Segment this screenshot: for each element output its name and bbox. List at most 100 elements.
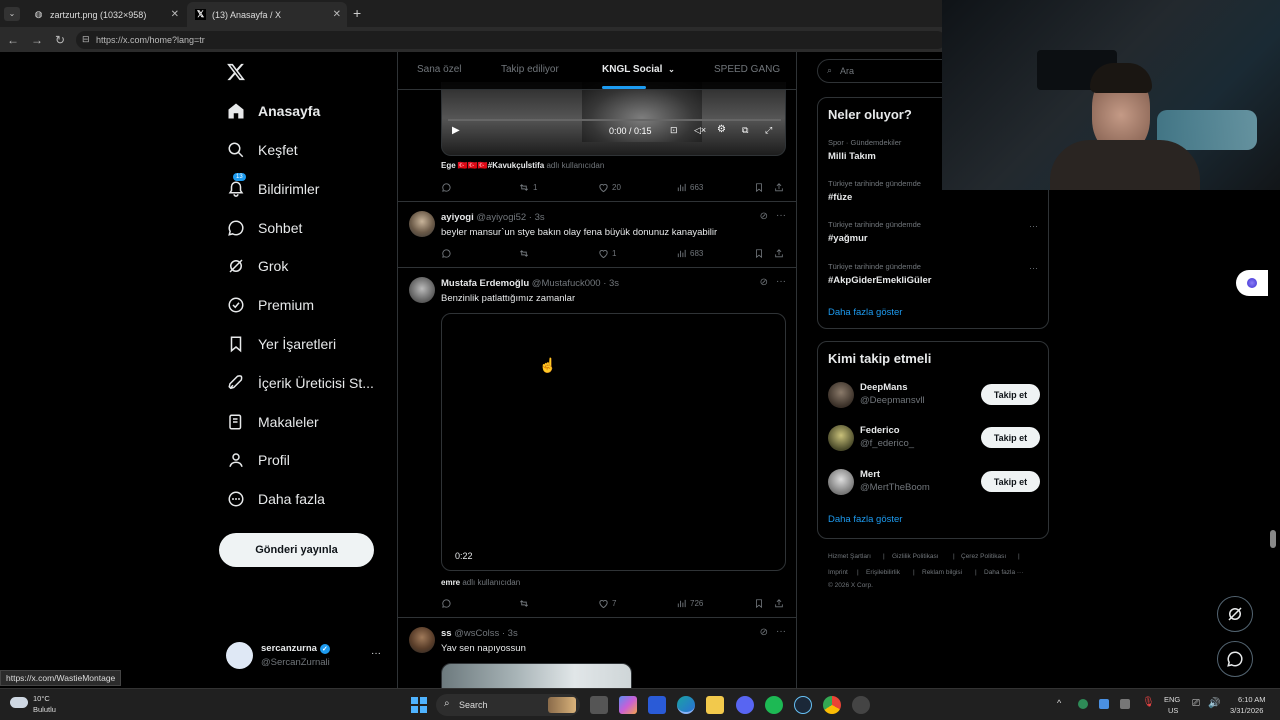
- forward-icon[interactable]: →: [31, 33, 43, 47]
- steam-icon[interactable]: [794, 696, 812, 714]
- show-more-link[interactable]: Daha fazla göster: [828, 514, 902, 525]
- account-switcher[interactable]: sercanzurna ✓ @SercanZurnali ···: [226, 640, 386, 676]
- views-button[interactable]: 663: [676, 182, 703, 193]
- nav-creator-studio[interactable]: İçerik Üreticisi St...: [226, 369, 374, 397]
- grok-explain-icon[interactable]: ⊘: [760, 211, 768, 222]
- nav-more[interactable]: Daha fazla: [226, 485, 325, 513]
- views-button[interactable]: 726: [676, 598, 703, 609]
- bookmark-button[interactable]: [754, 598, 767, 609]
- footer-link[interactable]: Erişilebilirlik: [866, 569, 900, 576]
- language-code[interactable]: ENG: [1164, 695, 1180, 704]
- mute-icon[interactable]: ◁×: [694, 125, 706, 136]
- post-button[interactable]: Gönderi yayınla: [219, 533, 374, 567]
- reply-button[interactable]: [441, 248, 455, 259]
- volume-icon[interactable]: 🔊: [1208, 698, 1220, 709]
- video-attribution[interactable]: Ege 🇹🇷🇹🇷🇹🇷#Kavukçuİstifa adlı kullanıcıd…: [441, 161, 604, 170]
- share-button[interactable]: [774, 182, 787, 193]
- browser-tab-image[interactable]: ◍ zartzurt.png (1032×958) ✕: [25, 2, 185, 27]
- tweet[interactable]: ayiyogi @ayiyogi52 · 3s ⊘ ··· beyler man…: [398, 202, 796, 268]
- grok-side-widget[interactable]: [1236, 270, 1268, 296]
- file-explorer-icon[interactable]: [706, 696, 724, 714]
- footer-link[interactable]: Daha fazla ···: [984, 569, 1023, 576]
- nav-premium[interactable]: Premium: [226, 291, 314, 319]
- edge-icon[interactable]: [677, 696, 695, 714]
- tab-list-chevron-icon[interactable]: ⌄: [4, 7, 20, 21]
- tab-for-you[interactable]: Sana özel: [417, 64, 461, 75]
- video-attribution[interactable]: emre adlı kullanıcıdan: [441, 578, 520, 587]
- reply-button[interactable]: [441, 182, 455, 193]
- more-dots-icon[interactable]: ···: [776, 626, 786, 637]
- repost-button[interactable]: 1: [518, 182, 537, 193]
- close-tab-icon[interactable]: ✕: [333, 9, 341, 20]
- tray-app-icon[interactable]: [1099, 699, 1109, 709]
- tweet[interactable]: ss @wsColss · 3s ⊘ ··· Yav sen napıyossu…: [398, 618, 796, 688]
- page-scrollbar[interactable]: [1270, 530, 1276, 548]
- grok-explain-icon[interactable]: ⊘: [760, 627, 768, 638]
- app-icon[interactable]: [852, 696, 870, 714]
- clock-time[interactable]: 6:10 AM: [1238, 695, 1266, 704]
- nav-profile[interactable]: Profil: [226, 446, 290, 474]
- share-button[interactable]: [774, 248, 787, 259]
- play-icon[interactable]: ▶: [452, 125, 460, 136]
- close-tab-icon[interactable]: ✕: [171, 9, 179, 20]
- site-info-icon[interactable]: ⊟: [82, 34, 90, 45]
- grok-explain-icon[interactable]: ⊘: [760, 277, 768, 288]
- url-input[interactable]: ⊟ https://x.com/home?lang=tr: [76, 31, 946, 49]
- captions-icon[interactable]: ⊡: [670, 125, 678, 136]
- nav-articles[interactable]: Makaleler: [226, 408, 319, 436]
- nav-home[interactable]: Anasayfa: [226, 97, 320, 125]
- tweet[interactable]: Mustafa Erdemoğlu @Mustafuck000 · 3s ⊘ ·…: [398, 268, 796, 618]
- fullscreen-icon[interactable]: ⤢: [765, 125, 772, 136]
- tray-app-icon[interactable]: [1120, 699, 1130, 709]
- clock-date[interactable]: 3/31/2026: [1230, 706, 1263, 715]
- new-tab-icon[interactable]: +: [353, 5, 361, 21]
- tweet-image[interactable]: [441, 663, 632, 688]
- store-icon[interactable]: [648, 696, 666, 714]
- nav-notifications[interactable]: 13 Bildirimler: [226, 173, 319, 203]
- back-icon[interactable]: ←: [7, 33, 19, 47]
- x-logo-icon[interactable]: [226, 62, 246, 82]
- more-dots-icon[interactable]: ···: [371, 648, 381, 659]
- views-button[interactable]: 683: [676, 248, 703, 259]
- bookmark-button[interactable]: [754, 248, 767, 259]
- nav-grok[interactable]: Grok: [226, 252, 288, 280]
- follow-suggestion[interactable]: DeepMans @Deepmansvll Takip et: [828, 380, 1040, 410]
- tab-following[interactable]: Takip ediliyor: [501, 64, 559, 75]
- share-button[interactable]: [774, 598, 787, 609]
- like-button[interactable]: 1: [598, 248, 616, 259]
- repost-button[interactable]: [518, 248, 533, 259]
- windows-start-icon[interactable]: [411, 697, 427, 713]
- tweet-author[interactable]: ayiyogi @ayiyogi52 · 3s: [441, 212, 545, 223]
- spotify-icon[interactable]: [765, 696, 783, 714]
- reply-button[interactable]: [441, 598, 455, 609]
- network-icon[interactable]: ⎚: [1192, 698, 1200, 709]
- nav-explore[interactable]: Keşfet: [226, 136, 298, 164]
- tray-overflow-icon[interactable]: ^: [1057, 698, 1061, 708]
- tweet-author[interactable]: ss @wsColss · 3s: [441, 628, 518, 639]
- messages-float-button[interactable]: [1217, 641, 1253, 677]
- footer-link[interactable]: Gizlilik Politikası: [892, 553, 939, 560]
- video-progress-bar[interactable]: [448, 119, 781, 121]
- nav-bookmarks[interactable]: Yer İşaretleri: [226, 330, 336, 358]
- like-button[interactable]: 20: [598, 182, 621, 193]
- video-player[interactable]: ▶ 0:00 / 0:15 ⊡ ◁× ⚙ ⧉ ⤢: [441, 82, 786, 156]
- like-button[interactable]: 7: [598, 598, 616, 609]
- follow-button[interactable]: Takip et: [981, 384, 1040, 405]
- footer-link[interactable]: Imprint: [828, 569, 848, 576]
- show-more-link[interactable]: Daha fazla göster: [828, 307, 902, 318]
- copilot-icon[interactable]: [619, 696, 637, 714]
- reload-icon[interactable]: ↻: [55, 33, 65, 47]
- follow-suggestion[interactable]: Federico @f_ederico_ Takip et: [828, 423, 1040, 453]
- avatar[interactable]: [409, 277, 435, 303]
- grok-float-button[interactable]: [1217, 596, 1253, 632]
- tweet-author[interactable]: Mustafa Erdemoğlu @Mustafuck000 · 3s: [441, 278, 619, 289]
- task-view-icon[interactable]: [590, 696, 608, 714]
- footer-link[interactable]: Çerez Politikası: [961, 553, 1006, 560]
- tweet[interactable]: ▶ 0:00 / 0:15 ⊡ ◁× ⚙ ⧉ ⤢ Ege 🇹🇷🇹🇷🇹🇷#Kavu…: [398, 82, 796, 202]
- follow-button[interactable]: Takip et: [981, 471, 1040, 492]
- browser-tab-x[interactable]: 𝕏 (13) Anasayfa / X ✕: [187, 2, 347, 27]
- more-dots-icon[interactable]: ···: [776, 210, 786, 221]
- more-dots-icon[interactable]: ···: [1029, 221, 1038, 231]
- language-region[interactable]: US: [1168, 706, 1178, 715]
- tab-kngl-social[interactable]: KNGL Social ⌄: [602, 64, 675, 75]
